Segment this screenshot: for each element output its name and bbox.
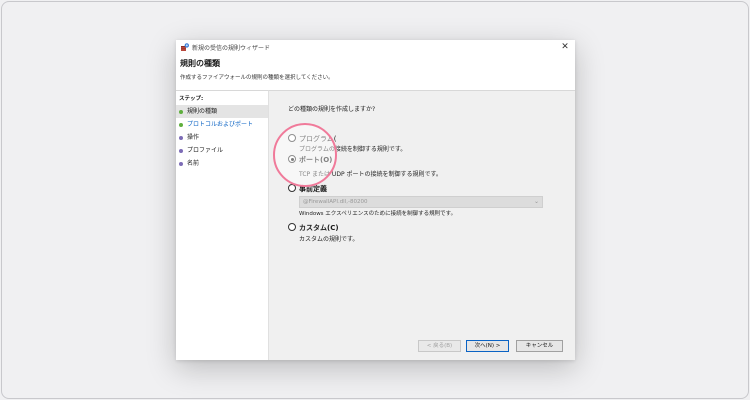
rule-type-question: どの種類の規則を作成しますか?: [288, 106, 376, 113]
step-status-icon: [179, 136, 183, 140]
highlight-ring: [273, 123, 337, 187]
step-name[interactable]: 名前: [176, 157, 268, 170]
step-label: プロファイル: [187, 147, 224, 154]
step-status-icon: [179, 149, 183, 153]
step-label: 操作: [187, 134, 200, 141]
step-profile[interactable]: プロファイル: [176, 144, 268, 157]
custom-option-label[interactable]: カスタム(C): [299, 223, 339, 233]
predefined-select-value: @FirewallAPI.dll,-80200: [303, 199, 368, 205]
step-action[interactable]: 操作: [176, 131, 268, 144]
step-status-icon: [179, 110, 183, 114]
step-label: 名前: [187, 160, 200, 167]
steps-sidebar: ステップ: 規則の種類 プロトコルおよびポート 操作 プロファイル 名前: [176, 90, 268, 360]
next-button[interactable]: 次へ(N) >: [466, 340, 509, 352]
step-label: 規則の種類: [187, 108, 218, 115]
steps-list: 規則の種類 プロトコルおよびポート 操作 プロファイル 名前: [176, 105, 268, 170]
step-status-icon: [179, 162, 183, 166]
page-title: 規則の種類: [180, 59, 220, 68]
steps-label: ステップ:: [179, 96, 204, 102]
custom-radio[interactable]: [288, 223, 296, 231]
wizard-window: 新規の受信の規則ウィザード ✕ 規則の種類 作成するファイアウォールの規則の種類…: [176, 40, 575, 360]
predefined-rule-select: @FirewallAPI.dll,-80200 ⌄: [299, 196, 543, 208]
step-protocol-port[interactable]: プロトコルおよびポート: [176, 118, 268, 131]
back-button[interactable]: < 戻る(B): [418, 340, 461, 352]
window-title: 新規の受信の規則ウィザード: [192, 45, 271, 52]
chevron-down-icon: ⌄: [533, 198, 539, 205]
firewall-app-icon: [181, 43, 189, 51]
step-status-icon: [179, 123, 183, 127]
custom-option-description: カスタムの規則です。: [299, 236, 359, 243]
title-bar: 新規の受信の規則ウィザード ✕: [176, 40, 575, 54]
cancel-button[interactable]: キャンセル: [516, 340, 563, 352]
step-rule-type[interactable]: 規則の種類: [176, 105, 268, 118]
close-icon[interactable]: ✕: [559, 41, 571, 53]
step-label: プロトコルおよびポート: [187, 121, 254, 128]
page-subtitle: 作成するファイアウォールの規則の種類を選択してください。: [180, 75, 334, 81]
predefined-option-description: Windows エクスペリエンスのために接続を制御する規則です。: [299, 211, 457, 217]
